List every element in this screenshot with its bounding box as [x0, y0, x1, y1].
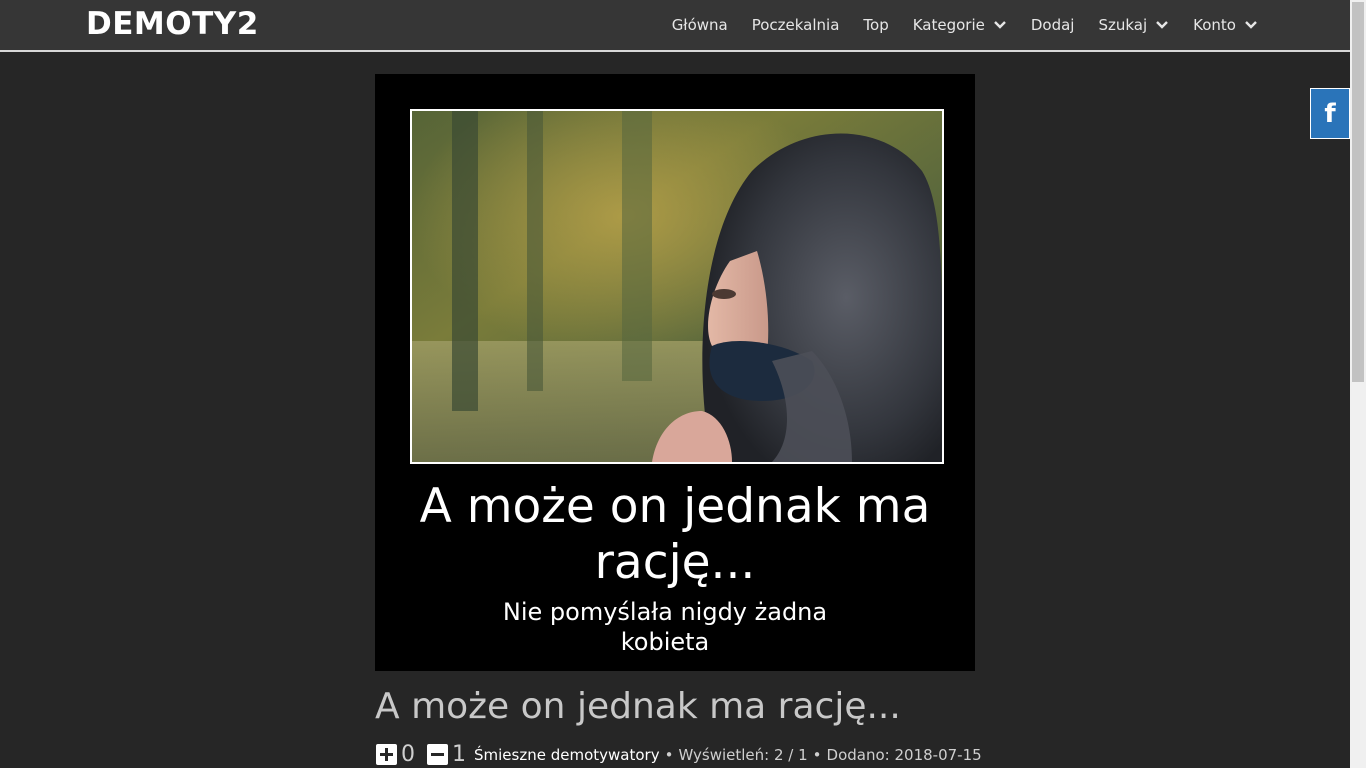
downvote-button[interactable] [427, 744, 448, 765]
plus-icon [380, 748, 393, 761]
poster-subtitle: Nie pomyślała nigdy żadna kobieta [502, 598, 828, 656]
minus-icon [431, 753, 444, 756]
upvote-button[interactable] [376, 744, 397, 765]
chevron-down-icon [1155, 20, 1169, 30]
meta-separator: • [664, 745, 674, 764]
nav-konto[interactable]: Konto [1193, 16, 1258, 34]
poster-title: A może on jednak ma rację... [419, 479, 931, 590]
site-logo[interactable]: DEMOTY2 [86, 6, 259, 42]
chevron-down-icon [1244, 20, 1258, 30]
nav-glowna[interactable]: Główna [672, 16, 728, 34]
nav-top[interactable]: Top [863, 16, 888, 34]
post-title: A może on jednak ma rację... [375, 686, 901, 727]
nav-label: Top [863, 16, 889, 34]
facebook-icon: f [1324, 98, 1336, 129]
meta-separator: • [812, 745, 822, 764]
demotivator-poster: A może on jednak ma rację... Nie pomyśla… [375, 74, 975, 671]
nav-label: Dodaj [1030, 16, 1075, 34]
poster-image [410, 109, 944, 464]
chevron-down-icon [993, 20, 1007, 30]
nav-dodaj[interactable]: Dodaj [1031, 16, 1075, 34]
nav-label: Główna [671, 16, 728, 34]
upvote-count: 0 [401, 742, 415, 767]
added-date: Dodano: 2018-07-15 [826, 745, 982, 764]
nav-label: Poczekalnia [751, 16, 840, 34]
top-navbar: DEMOTY2 Główna Poczekalnia Top Kategorie… [0, 0, 1350, 52]
page-scrollbar[interactable] [1350, 0, 1366, 768]
downvote-count: 1 [452, 742, 466, 767]
nav-szukaj[interactable]: Szukaj [1098, 16, 1169, 34]
scrollbar-thumb[interactable] [1352, 2, 1364, 382]
nav-label: Szukaj [1098, 16, 1148, 34]
nav-label: Kategorie [912, 16, 985, 34]
nav-kategorie[interactable]: Kategorie [913, 16, 1007, 34]
main-nav: Główna Poczekalnia Top Kategorie Dodaj S… [672, 16, 1258, 34]
facebook-tab[interactable]: f [1310, 88, 1350, 139]
category-link[interactable]: Śmieszne demotywatory [474, 746, 660, 764]
nav-label: Konto [1193, 16, 1236, 34]
nav-poczekalnia[interactable]: Poczekalnia [752, 16, 840, 34]
views-count: Wyświetleń: 2 / 1 [678, 745, 808, 764]
post-meta: 0 1 Śmieszne demotywatory • Wyświetleń: … [376, 742, 982, 767]
